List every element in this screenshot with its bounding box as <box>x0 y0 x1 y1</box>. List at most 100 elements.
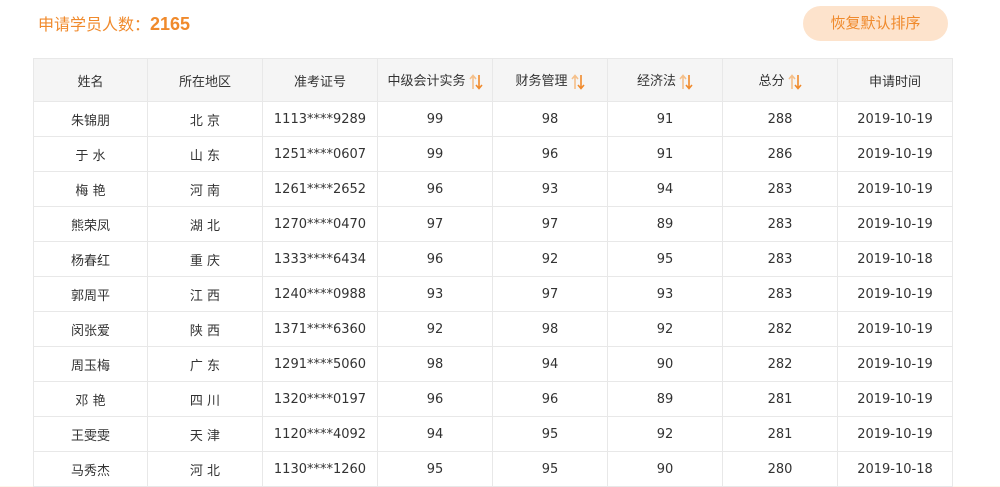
table-cell-1: 陕 西 <box>147 311 263 347</box>
table-cell-4: 98 <box>492 311 608 347</box>
table-cell-3: 98 <box>377 346 493 382</box>
column-header-label: 所在地区 <box>178 74 231 90</box>
table-cell-3: 95 <box>377 451 493 487</box>
column-header-6[interactable]: 总分 <box>722 58 838 102</box>
table-cell-3: 99 <box>377 136 493 172</box>
table-cell-6: 283 <box>722 241 838 277</box>
applicant-count: 申请学员人数：2165 <box>38 12 190 37</box>
column-header-4[interactable]: 财务管理 <box>492 58 608 102</box>
table-cell-5: 94 <box>607 171 723 207</box>
table-cell-5: 90 <box>607 451 723 487</box>
table-cell-2: 1120****4092 <box>262 416 378 452</box>
table-row: 王雯雯天 津 1120****4092 94 95 92 281 2019-10-19 <box>33 416 953 452</box>
table-cell-5: 89 <box>607 381 723 417</box>
applicant-count-label: 申请学员人数： <box>38 15 151 34</box>
table-cell-5: 89 <box>607 206 723 242</box>
table-cell-1: 山 东 <box>147 136 263 172</box>
table-cell-1: 江 西 <box>147 276 263 312</box>
sort-arrows-icon[interactable] <box>787 74 802 90</box>
table-row: 马秀杰河 北 1130****1260 95 95 90 280 2019-10-18 <box>33 451 953 487</box>
table-cell-2: 1113****9289 <box>262 101 378 137</box>
column-header-0: 姓名 <box>33 58 148 102</box>
table-cell-0: 熊荣凤 <box>33 206 148 242</box>
table-cell-0: 邓 艳 <box>33 381 148 417</box>
table-cell-1: 四 川 <box>147 381 263 417</box>
table-row: 郭周平江 西 1240****0988 93 97 93 283 2019-10-19 <box>33 276 953 312</box>
table-cell-2: 1320****0197 <box>262 381 378 417</box>
table-cell-4: 96 <box>492 136 608 172</box>
table-cell-1: 重 庆 <box>147 241 263 277</box>
table-cell-2: 1240****0988 <box>262 276 378 312</box>
table-cell-5: 93 <box>607 276 723 312</box>
table-row: 朱锦朋北 京 1113****9289 99 98 91 288 2019-10-19 <box>33 101 953 137</box>
table-cell-3: 96 <box>377 381 493 417</box>
summary-bar: 申请学员人数：2165 恢复默认排序 <box>0 0 1000 55</box>
table-cell-4: 92 <box>492 241 608 277</box>
table-cell-4: 97 <box>492 206 608 242</box>
table-cell-7: 2019-10-19 <box>837 206 953 242</box>
table-cell-7: 2019-10-19 <box>837 171 953 207</box>
table-cell-7: 2019-10-19 <box>837 101 953 137</box>
table-cell-0: 王雯雯 <box>33 416 148 452</box>
reset-sort-button[interactable]: 恢复默认排序 <box>803 6 948 41</box>
table-cell-0: 闵张爱 <box>33 311 148 347</box>
table-row: 周玉梅广 东 1291****5060 98 94 90 282 2019-10-19 <box>33 346 953 382</box>
table-cell-2: 1291****5060 <box>262 346 378 382</box>
sort-arrows-icon[interactable] <box>679 74 693 90</box>
table-cell-0: 梅 艳 <box>33 171 148 207</box>
table-cell-3: 93 <box>377 276 493 312</box>
table-cell-7: 2019-10-19 <box>837 311 953 347</box>
table-cell-6: 286 <box>722 136 838 172</box>
table-cell-6: 283 <box>722 206 838 242</box>
table-cell-4: 94 <box>492 346 608 382</box>
column-header-label: 中级会计实务 <box>387 74 466 90</box>
table-cell-3: 96 <box>377 171 493 207</box>
table-row: 熊荣凤湖 北 1270****0470 97 97 89 283 2019-10-19 <box>33 206 953 242</box>
table-cell-7: 2019-10-19 <box>837 276 953 312</box>
table-cell-2: 1270****0470 <box>262 206 378 242</box>
column-header-label: 总分 <box>758 74 785 90</box>
table-cell-4: 98 <box>492 101 608 137</box>
table-cell-3: 94 <box>377 416 493 452</box>
table-row: 邓 艳四 川 1320****0197 96 96 89 281 2019-10-19 <box>33 381 953 417</box>
table-cell-3: 97 <box>377 206 493 242</box>
table-cell-5: 92 <box>607 416 723 452</box>
table-cell-6: 288 <box>722 101 838 137</box>
column-header-2: 准考证号 <box>262 58 378 102</box>
table-header-row: 姓名 所在地区 准考证号 中级会计实务 财务管理 经济法 总分 申请时间 <box>33 58 953 102</box>
column-header-label: 准考证号 <box>293 74 346 90</box>
table-cell-0: 杨春红 <box>33 241 148 277</box>
column-header-5[interactable]: 经济法 <box>607 58 723 102</box>
column-header-label: 姓名 <box>77 74 104 90</box>
applicant-table: 姓名 所在地区 准考证号 中级会计实务 财务管理 经济法 总分 申请时间 朱锦朋北 京 1113… <box>33 58 953 487</box>
sort-arrows-icon[interactable] <box>570 74 585 90</box>
table-cell-2: 1333****6434 <box>262 241 378 277</box>
table-cell-2: 1261****2652 <box>262 171 378 207</box>
table-cell-2: 1130****1260 <box>262 451 378 487</box>
table-cell-0: 郭周平 <box>33 276 148 312</box>
table-cell-0: 于 水 <box>33 136 148 172</box>
table-cell-6: 282 <box>722 311 838 347</box>
table-row: 梅 艳河 南 1261****2652 96 93 94 283 2019-10-19 <box>33 171 953 207</box>
table-cell-7: 2019-10-18 <box>837 451 953 487</box>
table-cell-7: 2019-10-19 <box>837 381 953 417</box>
table-cell-6: 283 <box>722 276 838 312</box>
table-cell-7: 2019-10-19 <box>837 136 953 172</box>
table-body: 朱锦朋北 京 1113****9289 99 98 91 288 2019-10-19 于 水… <box>33 101 953 487</box>
table-cell-1: 天 津 <box>147 416 263 452</box>
column-header-1: 所在地区 <box>147 58 263 102</box>
sort-arrows-icon[interactable] <box>468 74 483 90</box>
table-cell-7: 2019-10-18 <box>837 241 953 277</box>
table-cell-7: 2019-10-19 <box>837 346 953 382</box>
column-header-3[interactable]: 中级会计实务 <box>377 58 493 102</box>
table-cell-1: 广 东 <box>147 346 263 382</box>
table-cell-4: 95 <box>492 416 608 452</box>
table-cell-0: 周玉梅 <box>33 346 148 382</box>
table-cell-3: 92 <box>377 311 493 347</box>
table-cell-6: 281 <box>722 416 838 452</box>
table-cell-1: 北 京 <box>147 101 263 137</box>
table-cell-5: 95 <box>607 241 723 277</box>
table-cell-5: 91 <box>607 136 723 172</box>
table-cell-4: 95 <box>492 451 608 487</box>
table-cell-4: 96 <box>492 381 608 417</box>
